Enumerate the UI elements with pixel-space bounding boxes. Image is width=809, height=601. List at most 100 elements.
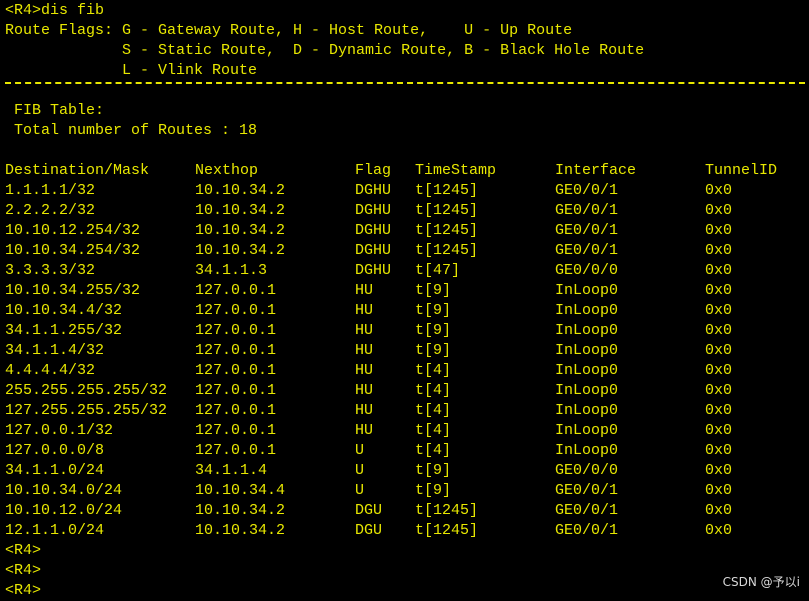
route-flag: HU <box>355 342 374 359</box>
route-nexthop: 34.1.1.4 <box>195 462 268 479</box>
route-timestamp: t[47] <box>415 262 461 279</box>
route-tunnelid: 0x0 <box>705 222 733 239</box>
route-tunnelid: 0x0 <box>705 302 733 319</box>
route-nexthop: 10.10.34.2 <box>195 202 286 219</box>
route-destination: 10.10.12.0/24 <box>5 502 123 519</box>
route-tunnelid: 0x0 <box>705 382 733 399</box>
route-interface: GE0/0/1 <box>555 182 619 199</box>
route-tunnelid: 0x0 <box>705 182 733 199</box>
header-destination: Destination/Mask <box>5 162 150 179</box>
route-destination: 34.1.1.255/32 <box>5 322 123 339</box>
route-destination: 34.1.1.4/32 <box>5 342 105 359</box>
route-nexthop: 10.10.34.4 <box>195 482 286 499</box>
route-flag: U <box>355 442 365 459</box>
route-flag: DGHU <box>355 182 392 199</box>
route-tunnelid: 0x0 <box>705 342 733 359</box>
route-flag: U <box>355 462 365 479</box>
route-flag: HU <box>355 422 374 439</box>
route-tunnelid: 0x0 <box>705 362 733 379</box>
route-tunnelid: 0x0 <box>705 202 733 219</box>
route-destination: 127.0.0.1/32 <box>5 422 114 439</box>
route-interface: InLoop0 <box>555 282 619 299</box>
route-timestamp: t[9] <box>415 342 452 359</box>
route-nexthop: 10.10.34.2 <box>195 182 286 199</box>
command-line: <R4>dis fib <box>5 2 105 19</box>
route-timestamp: t[1245] <box>415 202 479 219</box>
route-flag: DGU <box>355 522 383 539</box>
route-destination: 34.1.1.0/24 <box>5 462 105 479</box>
route-flag: HU <box>355 402 374 419</box>
route-timestamp: t[4] <box>415 402 452 419</box>
route-nexthop: 10.10.34.2 <box>195 242 286 259</box>
route-destination: 255.255.255.255/32 <box>5 382 168 399</box>
route-nexthop: 127.0.0.1 <box>195 322 277 339</box>
route-nexthop: 10.10.34.2 <box>195 222 286 239</box>
header-tunnelid: TunnelID <box>705 162 778 179</box>
route-tunnelid: 0x0 <box>705 402 733 419</box>
prompt-line: <R4> <box>5 562 42 579</box>
route-timestamp: t[9] <box>415 462 452 479</box>
route-flag: HU <box>355 302 374 319</box>
route-nexthop: 127.0.0.1 <box>195 362 277 379</box>
header-interface: Interface <box>555 162 637 179</box>
route-interface: GE0/0/1 <box>555 242 619 259</box>
route-flag: DGHU <box>355 202 392 219</box>
route-tunnelid: 0x0 <box>705 282 733 299</box>
route-interface: GE0/0/0 <box>555 262 619 279</box>
route-tunnelid: 0x0 <box>705 422 733 439</box>
total-routes: Total number of Routes : 18 <box>5 122 258 139</box>
route-nexthop: 127.0.0.1 <box>195 382 277 399</box>
route-flag: DGU <box>355 502 383 519</box>
fib-table-title: FIB Table: <box>5 102 105 119</box>
route-tunnelid: 0x0 <box>705 482 733 499</box>
route-timestamp: t[1245] <box>415 502 479 519</box>
prompt-line: <R4> <box>5 582 42 599</box>
route-tunnelid: 0x0 <box>705 242 733 259</box>
route-interface: InLoop0 <box>555 402 619 419</box>
route-interface: GE0/0/1 <box>555 482 619 499</box>
route-tunnelid: 0x0 <box>705 442 733 459</box>
route-flags-line-1: Route Flags: G - Gateway Route, H - Host… <box>5 22 573 39</box>
header-flag: Flag <box>355 162 392 179</box>
route-interface: InLoop0 <box>555 442 619 459</box>
route-timestamp: t[4] <box>415 362 452 379</box>
route-nexthop: 127.0.0.1 <box>195 442 277 459</box>
route-destination: 10.10.34.0/24 <box>5 482 123 499</box>
watermark: CSDN @予以i <box>722 575 800 589</box>
route-destination: 10.10.12.254/32 <box>5 222 141 239</box>
route-interface: GE0/0/1 <box>555 202 619 219</box>
terminal-window[interactable]: <R4>dis fib Route Flags: G - Gateway Rou… <box>0 0 809 599</box>
route-interface: GE0/0/1 <box>555 522 619 539</box>
route-tunnelid: 0x0 <box>705 462 733 479</box>
route-nexthop: 127.0.0.1 <box>195 402 277 419</box>
route-interface: InLoop0 <box>555 382 619 399</box>
route-nexthop: 10.10.34.2 <box>195 522 286 539</box>
prompt-line: <R4> <box>5 542 42 559</box>
route-nexthop: 127.0.0.1 <box>195 342 277 359</box>
route-tunnelid: 0x0 <box>705 322 733 339</box>
route-interface: InLoop0 <box>555 322 619 339</box>
route-destination: 10.10.34.4/32 <box>5 302 123 319</box>
route-destination: 10.10.34.255/32 <box>5 282 141 299</box>
route-timestamp: t[9] <box>415 322 452 339</box>
route-flag: HU <box>355 282 374 299</box>
route-timestamp: t[4] <box>415 422 452 439</box>
route-flag: HU <box>355 362 374 379</box>
route-flags-line-2: S - Static Route, D - Dynamic Route, B -… <box>5 42 645 59</box>
route-tunnelid: 0x0 <box>705 262 733 279</box>
route-destination: 127.255.255.255/32 <box>5 402 168 419</box>
route-timestamp: t[1245] <box>415 182 479 199</box>
route-flag: U <box>355 482 365 499</box>
route-destination: 4.4.4.4/32 <box>5 362 96 379</box>
route-destination: 3.3.3.3/32 <box>5 262 96 279</box>
route-nexthop: 34.1.1.3 <box>195 262 268 279</box>
route-flag: HU <box>355 322 374 339</box>
header-timestamp: TimeStamp <box>415 162 497 179</box>
route-nexthop: 127.0.0.1 <box>195 422 277 439</box>
route-nexthop: 127.0.0.1 <box>195 282 277 299</box>
route-timestamp: t[1245] <box>415 222 479 239</box>
route-interface: InLoop0 <box>555 422 619 439</box>
route-interface: InLoop0 <box>555 342 619 359</box>
route-destination: 10.10.34.254/32 <box>5 242 141 259</box>
route-destination: 1.1.1.1/32 <box>5 182 96 199</box>
